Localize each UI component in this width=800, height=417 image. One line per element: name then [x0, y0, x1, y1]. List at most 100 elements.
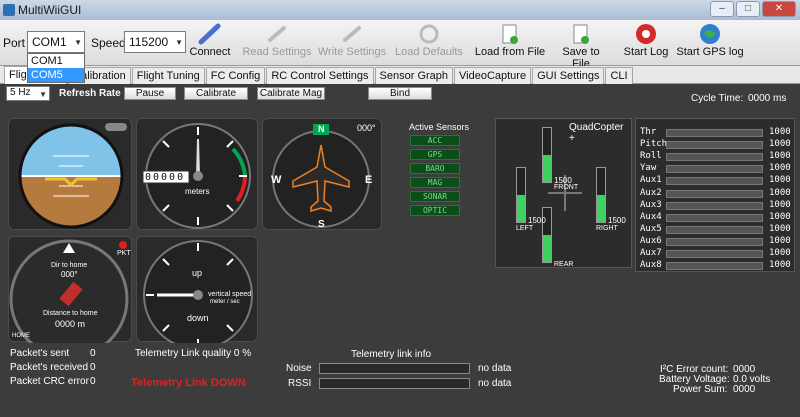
- motor-left-value: 1500: [528, 216, 546, 225]
- rc-channel-bar: [666, 225, 763, 234]
- rc-channel-name: Aux2: [640, 187, 662, 198]
- rc-channel-name: Yaw: [640, 163, 657, 174]
- rc-channel-bar: [666, 237, 763, 246]
- rssi-bar: [319, 378, 470, 389]
- pkt-label: PKT: [117, 250, 131, 257]
- packets-received-value: 0: [90, 362, 96, 373]
- load-from-file-button[interactable]: Load from File: [474, 22, 546, 58]
- rc-channel-row: Pitch 1000: [640, 139, 791, 151]
- rc-channel-value: 1000: [769, 211, 791, 222]
- vs-down-label: down: [187, 313, 209, 323]
- rc-channel-value: 1000: [769, 151, 791, 162]
- pause-button[interactable]: Pause: [124, 87, 176, 100]
- dist-home-value: 0000 m: [55, 319, 86, 329]
- altimeter-digits: 00000: [145, 172, 186, 183]
- bind-button[interactable]: Bind: [368, 87, 432, 100]
- compass-heading: N W E S 000°: [262, 118, 382, 230]
- vertical-speed-gauge: up vertical speed meter / sec down: [136, 236, 258, 350]
- port-label: Port: [3, 36, 26, 50]
- rc-channel-bar: [666, 189, 763, 198]
- rc-channel-row: Thr 1000: [640, 127, 791, 139]
- rc-channel-name: Aux4: [640, 211, 662, 222]
- speed-value: 115200: [129, 35, 169, 49]
- speed-label: Speed: [91, 36, 126, 50]
- sensor-mag: MAG: [410, 177, 460, 188]
- tab-videocapture[interactable]: VideoCapture: [454, 67, 532, 84]
- rc-channel-bar: [666, 177, 763, 186]
- rc-channel-name: Aux5: [640, 223, 662, 234]
- tab-cli[interactable]: CLI: [605, 67, 633, 84]
- front-label: FRONT: [554, 184, 579, 191]
- maximize-button[interactable]: □: [736, 1, 760, 17]
- rc-channel-name: Aux1: [640, 175, 662, 186]
- link-down-status: Telemetry Link DOWN: [131, 377, 246, 389]
- record-icon: [636, 24, 656, 44]
- calibrate-mag-button[interactable]: Calibrate Mag: [257, 87, 325, 100]
- rc-channel-name: Aux6: [640, 235, 662, 246]
- motor-right-bar: [596, 167, 606, 223]
- reload-icon: [419, 24, 439, 44]
- file-save-icon: [573, 24, 589, 44]
- rc-channel-row: Aux4 1000: [640, 211, 791, 224]
- rc-channel-value: 1000: [769, 235, 791, 246]
- vsi-dial-icon: [143, 240, 253, 350]
- sensor-sonar: SONAR: [410, 191, 460, 202]
- rc-channel-name: Thr: [640, 127, 657, 137]
- dir-home-value: 000°: [61, 270, 78, 279]
- port-option-com1[interactable]: COM1: [28, 54, 84, 68]
- power-sum-label: Power Sum:: [673, 384, 728, 395]
- rc-channel-name: Aux8: [640, 260, 662, 271]
- motor-left-bar: [516, 167, 526, 223]
- write-icon: [343, 26, 361, 42]
- write-settings-button[interactable]: Write Settings: [316, 22, 388, 58]
- port-option-com5[interactable]: COM5: [28, 68, 84, 82]
- rc-channel-row: Aux3 1000: [640, 200, 791, 212]
- read-settings-button[interactable]: Read Settings: [242, 22, 312, 58]
- calibrate-button[interactable]: Calibrate: [184, 87, 248, 100]
- dir-home-label: Dir to home: [51, 262, 88, 269]
- rc-channel-name: Roll: [640, 151, 662, 162]
- start-log-button[interactable]: Start Log: [622, 22, 670, 58]
- speed-select[interactable]: 115200 ▼: [124, 31, 186, 53]
- minimize-button[interactable]: –: [710, 1, 734, 17]
- chevron-down-icon: ▼: [39, 90, 47, 99]
- altimeter-unit: meters: [185, 187, 210, 196]
- tab-rc-control-settings[interactable]: RC Control Settings: [266, 67, 374, 84]
- tab-fc-config[interactable]: FC Config: [205, 67, 266, 84]
- noise-value: no data: [478, 363, 512, 374]
- quadcopter-panel: QuadCopter + 1500 FRONT 1500 LEFT 1500 R…: [495, 118, 632, 268]
- close-button[interactable]: ✕: [762, 1, 796, 17]
- connect-button[interactable]: Connect: [188, 22, 232, 58]
- save-to-file-button[interactable]: Save to File: [552, 22, 610, 70]
- packets-received-label: Packet's received: [10, 362, 89, 373]
- right-label: RIGHT: [596, 225, 618, 232]
- app-icon: [3, 4, 15, 16]
- rc-channel-value: 1000: [769, 187, 791, 198]
- rssi-label: RSSI: [288, 378, 312, 389]
- left-label: LEFT: [516, 225, 534, 232]
- refresh-rate-select[interactable]: 5 Hz ▼: [6, 86, 50, 101]
- tab-flight-tuning[interactable]: Flight Tuning: [131, 67, 205, 84]
- cycle-time-value: 0000 ms: [748, 93, 787, 104]
- port-select[interactable]: COM1 ▼: [27, 31, 85, 53]
- chevron-down-icon: ▼: [74, 38, 82, 47]
- link-info-title: Telemetry link info: [351, 349, 432, 360]
- sensor-acc: ACC: [410, 135, 460, 146]
- start-gps-log-button[interactable]: Start GPS log: [676, 22, 744, 58]
- port-dropdown-list: COM1 COM5: [27, 53, 85, 83]
- attitude-indicator: [8, 118, 132, 230]
- load-defaults-button[interactable]: Load Defaults: [394, 22, 464, 58]
- noise-label: Noise: [286, 363, 312, 374]
- tab-sensor-graph[interactable]: Sensor Graph: [374, 67, 454, 84]
- rc-channel-bar: [666, 213, 763, 222]
- rc-channel-row: Aux8 1000: [640, 260, 791, 272]
- rc-channel-row: Aux1 1000: [640, 175, 791, 187]
- toolbar: Port COM1 ▼ Speed 115200 ▼ Connect Read …: [0, 20, 800, 70]
- tab-gui-settings[interactable]: GUI Settings: [532, 67, 605, 84]
- vs-unit: meter / sec: [210, 299, 240, 305]
- rc-channel-bar: [666, 165, 763, 174]
- title-bar: MultiWiiGUI – □ ✕: [0, 0, 800, 20]
- motor-front-bar: [542, 127, 552, 183]
- rc-channel-bar: [666, 201, 763, 210]
- rc-channel-row: Aux2 1000: [640, 187, 791, 200]
